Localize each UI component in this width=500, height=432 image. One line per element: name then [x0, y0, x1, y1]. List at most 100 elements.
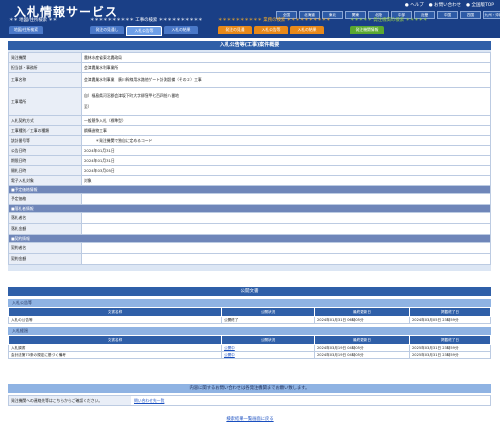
contact-box: 発注機関への連絡先等はこちらからご確認ください。 問い合わせ先一覧: [8, 395, 491, 406]
field-value: 2024年01月31日: [81, 155, 491, 166]
national-top-link[interactable]: ● 全国版TOP: [466, 2, 494, 8]
bid-progress-table: 文書名称 公開状況 最終更新日 掲載終了日 入札調書 公開中 2024年03月1…: [8, 335, 491, 359]
col-end: 掲載終了日: [409, 335, 491, 345]
doc-updated: 2024年01月31日 06時05分: [314, 316, 410, 324]
bid-progress-heading: 入札経過: [8, 327, 491, 335]
case-summary-panel: 入札公告等(工事)案件概要 発注機関 農林水産省東北農政局 担当部・事務所 会津農業…: [8, 41, 491, 271]
col-updated: 最終更新日: [314, 335, 410, 345]
location-from: 自）福島県河沼郡会津坂下町大字柳窪甲七百四拾八番地: [84, 93, 179, 98]
field-label: 開札日時: [8, 165, 82, 176]
tab-construction-result[interactable]: 入札の結果: [164, 26, 198, 34]
field-value: [81, 223, 491, 235]
col-doc-name: 文書名称: [8, 335, 222, 345]
agency-search-title: ＊＊＊＊＊ 発注機関の検索 ＊＊＊＊＊: [350, 18, 428, 23]
tab-service-notice[interactable]: 入札公告等: [254, 26, 288, 34]
agency-search-group: ＊＊＊＊＊ 発注機関の検索 ＊＊＊＊＊ 発注機関情報: [350, 17, 427, 34]
field-value: 2024年03月05日: [81, 165, 491, 176]
region-chugoku[interactable]: 中国: [437, 11, 458, 19]
field-label: 発注機関: [8, 52, 82, 63]
doc-updated: 2024年03月19日 04時05分: [314, 351, 410, 359]
doc-status: 公開中: [221, 351, 315, 359]
help-link[interactable]: ● ヘルプ: [405, 2, 424, 8]
table-row: 開札日時 2024年03月05日: [8, 165, 491, 176]
tab-service-outlook[interactable]: 発注の見通: [218, 26, 252, 34]
table-row: 入札契約方式 一般競争入札（標準型）: [8, 115, 491, 126]
case-summary-table: 発注機関 農林水産省東北農政局 担当部・事務所 会津農業水利事業所 工事名称 会津農業…: [8, 52, 491, 265]
field-label: 公告日時: [8, 145, 82, 156]
table-row: 担当部・事務所 会津農業水利事業所: [8, 62, 491, 73]
region-shikoku[interactable]: 四国: [460, 11, 481, 19]
field-label: 落札金額: [8, 223, 82, 235]
contact-link[interactable]: ● お問い合わせ: [429, 2, 461, 8]
col-status: 公開状況: [221, 335, 315, 345]
doc-status: 公開終了: [221, 316, 315, 324]
construction-search-group: ＊＊＊＊＊＊＊＊＊＊ 工事の検索 ＊＊＊＊＊＊＊＊＊＊ 発注の見通し 入札公告等…: [90, 17, 203, 36]
back-to-results-link[interactable]: 検索結果一覧画面に戻る: [226, 417, 273, 422]
table-row: 工事場所 自）福島県河沼郡会津坂下町大字柳窪甲七百四拾八番地 至）: [8, 87, 491, 116]
contact-label: 発注機関への連絡先等はこちらからご確認ください。: [9, 396, 131, 405]
field-label: 期限日時: [8, 155, 82, 166]
doc-end: 2025年03月31日 23時59分: [409, 351, 491, 359]
field-label: 該計番号等: [8, 135, 82, 146]
doc-name: 会計法第73条の規定に基づく備考: [8, 351, 222, 359]
tab-service-result[interactable]: 入札の結果: [290, 26, 324, 34]
table-row: 電子入札対象 対象: [8, 175, 491, 186]
notice-docs-table: 文書名称 公開状況 最終更新日 掲載終了日 入札の公告等 公開終了 2024年0…: [8, 307, 491, 324]
field-label: 担当部・事務所: [8, 62, 82, 73]
section-title: ■予定価格情報: [8, 185, 491, 194]
field-value: [81, 212, 491, 224]
field-value: [81, 193, 491, 205]
table-header-row: 文書名称 公開状況 最終更新日 掲載終了日: [8, 335, 491, 345]
field-value: 対象: [81, 175, 491, 186]
region-kyushu[interactable]: 九州・沖縄: [483, 11, 500, 19]
service-search-group: ＊＊＊＊＊＊＊＊＊＊ 業務の検索 ＊＊＊＊＊＊＊＊＊＊ 発注の見通 入札公告等 …: [218, 17, 331, 34]
doc-updated: 2024年03月19日 04時05分: [314, 344, 410, 352]
field-value: 会津農業水利事業所: [81, 62, 491, 73]
col-doc-name: 文書名称: [8, 307, 222, 317]
table-row: 期限日時 2024年01月31日: [8, 155, 491, 166]
field-value: 鋼構造物工事: [81, 125, 491, 136]
field-value: [81, 242, 491, 254]
doc-end: 2024年03月05日 23時59分: [409, 316, 491, 324]
case-summary-title: 入札公告等(工事)案件概要: [8, 41, 491, 50]
table-row: 落札者名: [8, 212, 491, 224]
construction-search-title: ＊＊＊＊＊＊＊＊＊＊ 工事の検索 ＊＊＊＊＊＊＊＊＊＊: [90, 18, 203, 23]
section-header: ■予定価格情報: [8, 185, 491, 194]
tab-map-search[interactable]: 地図/住所検索: [9, 26, 43, 34]
table-row: 公告日時 2024年01月31日: [8, 145, 491, 156]
table-row: 該計番号等 ＊発注機関で独自に定めるコード: [8, 135, 491, 146]
tab-agency-info[interactable]: 発注機関情報: [350, 26, 384, 34]
section-header: ■契約情報: [8, 234, 491, 243]
field-value: 一般競争入札（標準型）: [81, 115, 491, 126]
table-row: 会計法第73条の規定に基づく備考 公開中 2024年03月19日 04時05分 …: [8, 351, 491, 359]
field-label: 工事種別／工事の種類: [8, 125, 82, 136]
table-row: 契約者名: [8, 242, 491, 254]
public-docs-title: 公開文書: [8, 287, 491, 296]
col-end: 掲載終了日: [409, 307, 491, 317]
table-row: 落札金額: [8, 223, 491, 235]
section-header: ■落札者情報: [8, 204, 491, 213]
field-value: 自）福島県河沼郡会津坂下町大字柳窪甲七百四拾八番地 至）: [81, 87, 491, 116]
field-value: [81, 253, 491, 265]
notice-docs-heading: 入札公告等: [8, 299, 491, 307]
col-updated: 最終更新日: [314, 307, 410, 317]
table-row: 工事名称 会津農業水利事業 廣川幹線用水路他ゲート計測設備（その２）工事: [8, 72, 491, 88]
doc-name: 入札調書: [8, 344, 222, 352]
doc-name: 入札の公告等: [8, 316, 222, 324]
contact-list-link[interactable]: 問い合わせ先一覧: [134, 396, 164, 405]
doc-status-link[interactable]: 公開中: [224, 346, 235, 350]
section-title: ■落札者情報: [8, 204, 491, 213]
doc-end: 2025年03月31日 23時59分: [409, 344, 491, 352]
field-label: 落札者名: [8, 212, 82, 224]
field-label: 契約者名: [8, 242, 82, 254]
location-to: 至）: [84, 104, 92, 109]
section-title: ■契約情報: [8, 234, 491, 243]
field-value: 会津農業水利事業 廣川幹線用水路他ゲート計測設備（その２）工事: [81, 72, 491, 88]
tab-construction-outlook[interactable]: 発注の見通し: [90, 26, 124, 34]
field-label: 契約金額: [8, 253, 82, 265]
field-value: 2024年01月31日: [81, 145, 491, 156]
tab-construction-notice[interactable]: 入札公告等: [126, 26, 162, 36]
doc-status-link[interactable]: 公開中: [224, 353, 235, 357]
contact-header: 内容に関するお問い合わせは各発注機関までお願い致します。: [8, 384, 491, 393]
table-row: 予定価格: [8, 193, 491, 205]
